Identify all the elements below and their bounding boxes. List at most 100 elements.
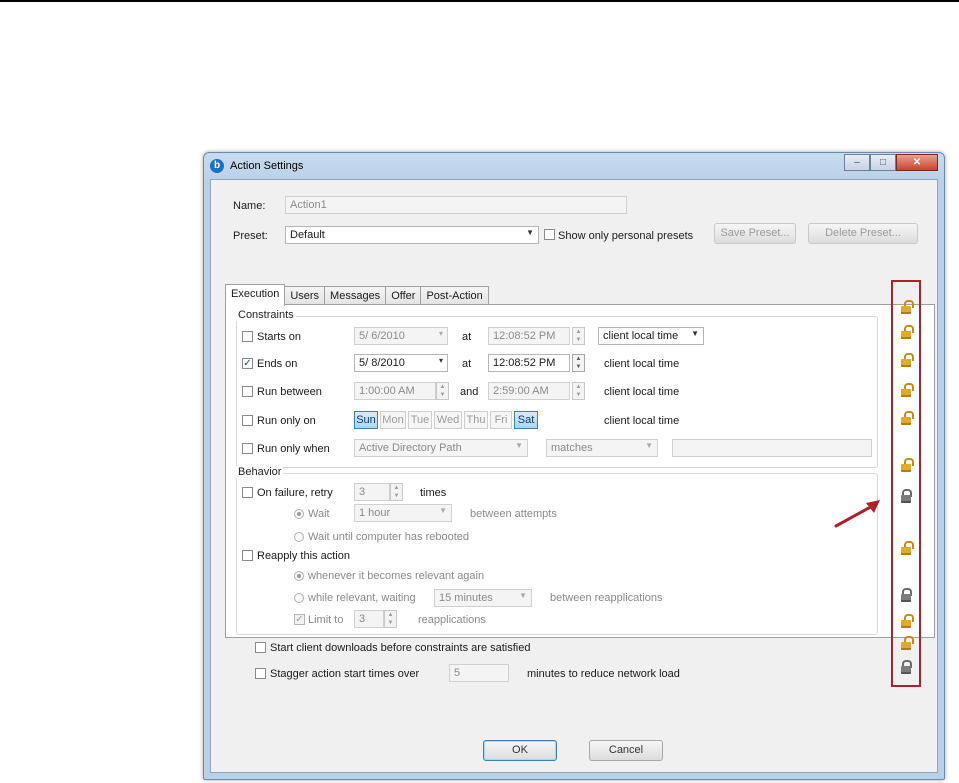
tab-messages[interactable]: Messages [324,286,387,305]
save-preset-button[interactable]: Save Preset... [714,223,796,244]
run-only-when-checkbox[interactable] [242,443,253,454]
unlocked-icon[interactable] [900,614,914,628]
property-select[interactable]: Active Directory Path ▼ [354,439,528,457]
tab-offer[interactable]: Offer [385,286,422,305]
run-between-and: and [460,386,479,398]
day-thu[interactable]: Thu [464,411,488,429]
lock-body [901,547,911,555]
locked-icon[interactable] [900,660,912,674]
tab-users[interactable]: Users [284,286,326,305]
run-only-on-label: Run only on [257,415,316,427]
tab-post-action[interactable]: Post-Action [420,286,489,305]
reapply-interval-value: 15 minutes [439,592,493,604]
on-failure-checkbox[interactable] [242,487,253,498]
wait-label: Wait [308,508,330,520]
unlocked-icon[interactable] [900,636,914,650]
ends-on-label: Ends on [257,358,298,370]
day-mon[interactable]: Mon [380,411,406,429]
ok-button[interactable]: OK [483,740,557,761]
unlocked-icon[interactable] [900,458,914,472]
run-between-start-spinner[interactable]: ▲ ▼ [436,382,449,400]
constraints-title: Constraints [236,309,296,321]
stagger-checkbox[interactable] [255,668,266,679]
reapply-checkbox[interactable] [242,550,253,561]
annotation-arrow-icon [834,500,880,528]
preset-select[interactable]: Default ▼ [285,226,539,244]
locked-icon[interactable] [900,489,912,503]
day-sat[interactable]: Sat [514,411,538,429]
close-button[interactable]: ✕ [896,154,938,171]
title-bar[interactable]: b Action Settings – □ ✕ [204,153,944,179]
condition-value-field[interactable] [672,439,872,457]
ends-on-checkbox[interactable]: ✓ [242,358,253,369]
show-personal-checkbox[interactable] [544,229,555,240]
limit-checkbox[interactable]: ✓ [294,614,305,625]
run-between-timezone: client local time [604,386,680,398]
between-attempts-label: between attempts [470,508,557,520]
stagger-minutes-field[interactable]: 5 [449,664,509,682]
ends-on-timezone: client local time [604,358,680,370]
app-logo-icon: b [210,159,224,173]
reapply-interval-select[interactable]: 15 minutes ▼ [434,589,532,607]
name-field[interactable]: Action1 [285,196,627,214]
starts-on-date[interactable]: 5/ 6/2010 ▾ [354,327,448,345]
locked-icon[interactable] [900,588,912,602]
lock-body [901,464,911,472]
limit-count-field[interactable]: 3 [354,610,384,628]
day-wed[interactable]: Wed [434,411,462,429]
run-only-on-checkbox[interactable] [242,415,253,426]
lock-body [901,642,911,650]
window-title: Action Settings [230,160,304,172]
unlocked-icon[interactable] [900,300,914,314]
day-tue[interactable]: Tue [408,411,432,429]
behavior-title: Behavior [236,466,284,478]
wait-interval-select[interactable]: 1 hour ▼ [354,504,452,522]
ends-on-at: at [462,358,472,370]
ends-on-time[interactable]: 12:08:52 PM [488,354,570,372]
execution-panel: Constraints Starts on 5/ 6/2010 ▾ at 12:… [225,304,935,638]
ends-on-date-value: 5/ 8/2010 [359,357,405,369]
ends-on-time-spinner[interactable]: ▲ ▼ [572,354,585,372]
whenever-relevant-radio[interactable] [294,571,304,581]
whenever-relevant-label: whenever it becomes relevant again [308,570,485,582]
retry-count-field[interactable]: 3 [354,483,390,501]
day-fri[interactable]: Fri [490,411,512,429]
maximize-button[interactable]: □ [870,154,896,171]
lock-body [901,306,911,314]
run-between-checkbox[interactable] [242,386,253,397]
starts-on-time[interactable]: 12:08:52 PM [488,327,570,345]
unlocked-icon[interactable] [900,353,914,367]
ends-on-date[interactable]: 5/ 8/2010 ▾ [354,354,448,372]
reapplications-label: reapplications [418,614,486,626]
run-only-when-label: Run only when [257,443,330,455]
minimize-button[interactable]: – [844,154,870,171]
lock-body [901,417,911,425]
limit-label: Limit to [308,614,344,626]
unlocked-icon[interactable] [900,383,914,397]
cancel-button[interactable]: Cancel [589,740,663,761]
timezone-select[interactable]: client local time ▼ [598,327,704,345]
stagger-suffix-label: minutes to reduce network load [527,668,680,680]
unlocked-icon[interactable] [900,541,914,555]
tab-execution[interactable]: Execution [225,284,286,306]
run-between-end[interactable]: 2:59:00 AM [488,382,570,400]
starts-on-at: at [462,331,472,343]
wait-radio[interactable] [294,509,304,519]
day-sun[interactable]: Sun [354,411,378,429]
start-downloads-checkbox[interactable] [255,642,266,653]
tab-strip: Execution Users Messages Offer Post-Acti… [225,284,489,306]
run-between-end-spinner[interactable]: ▲ ▼ [572,382,585,400]
wait-reboot-radio[interactable] [294,532,304,542]
delete-preset-button[interactable]: Delete Preset... [808,223,918,244]
unlocked-icon[interactable] [900,411,914,425]
while-relevant-radio[interactable] [294,593,304,603]
retry-count-spinner[interactable]: ▲ ▼ [390,483,403,501]
starts-on-checkbox[interactable] [242,331,253,342]
wait-reboot-label: Wait until computer has rebooted [308,531,470,543]
unlocked-icon[interactable] [900,325,914,339]
run-between-start[interactable]: 1:00:00 AM [354,382,436,400]
operator-select[interactable]: matches ▼ [546,439,658,457]
starts-on-time-spinner[interactable]: ▲ ▼ [572,327,585,345]
limit-count-spinner[interactable]: ▲ ▼ [384,610,397,628]
chevron-down-icon: ▼ [691,329,699,338]
